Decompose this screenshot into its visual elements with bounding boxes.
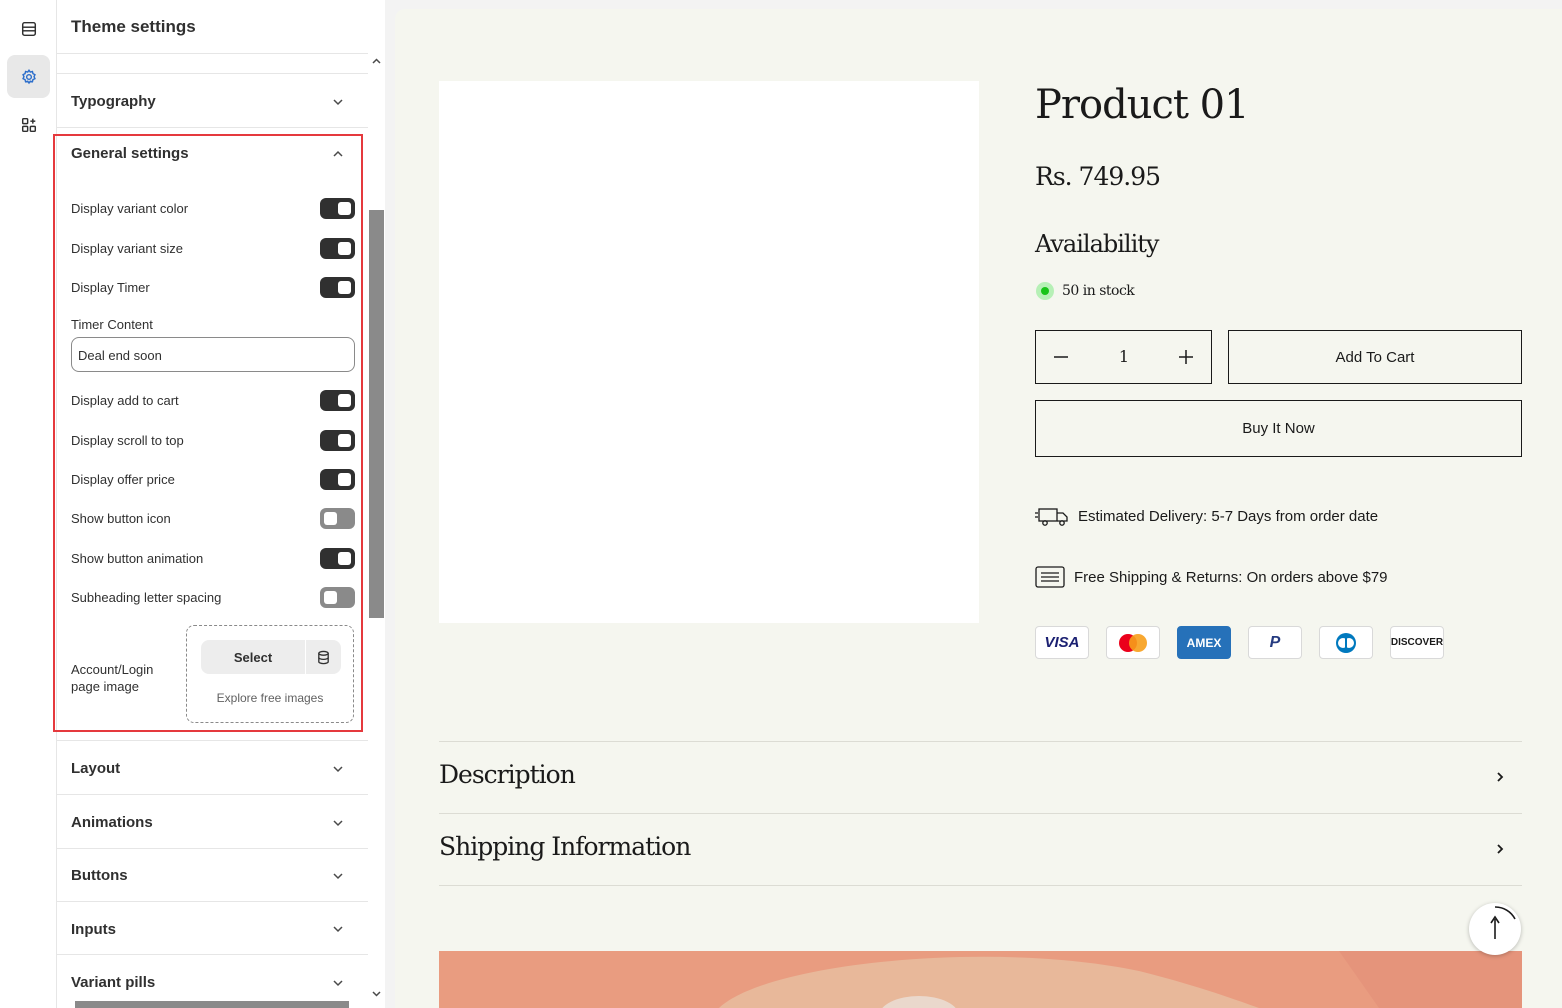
chevron-down-icon xyxy=(333,980,343,987)
section-label-general-settings[interactable]: General settings xyxy=(71,145,189,162)
section-label: Layout xyxy=(71,760,121,777)
toggle-label: Display variant color xyxy=(71,201,189,216)
explore-free-images-link[interactable]: Explore free images xyxy=(186,691,354,705)
toggle-label: Display Timer xyxy=(71,280,150,295)
quantity-value[interactable]: 1 xyxy=(1106,347,1142,366)
receipt-icon xyxy=(1035,566,1065,588)
chevron-down-icon xyxy=(333,820,343,827)
section-label: Inputs xyxy=(71,921,116,938)
section-label: Variant pills xyxy=(71,974,156,991)
mastercard-icon xyxy=(1106,626,1160,659)
section-inputs[interactable]: Inputs xyxy=(57,901,368,955)
truck-icon xyxy=(1035,508,1068,526)
chevron-right-icon[interactable] xyxy=(1494,843,1506,855)
product-price: Rs. 749.95 xyxy=(1035,162,1161,191)
timer-content-label: Timer Content xyxy=(71,317,153,332)
availability-heading: Availability xyxy=(1035,230,1159,258)
toggle-label: Display scroll to top xyxy=(71,433,184,448)
product-title: Product 01 xyxy=(1035,82,1250,128)
scroll-up-icon[interactable] xyxy=(371,56,382,67)
toggle-subheading-letter-spacing[interactable] xyxy=(320,587,355,608)
toggle-show-button-animation[interactable] xyxy=(320,548,355,569)
paypal-icon: P xyxy=(1248,626,1302,659)
chevron-down-icon xyxy=(333,926,343,933)
section-animations[interactable]: Animations xyxy=(57,794,368,848)
toggle-label: Display variant size xyxy=(71,241,183,256)
scroll-down-icon[interactable] xyxy=(371,988,382,999)
minus-icon[interactable] xyxy=(1047,343,1075,371)
scroll-to-top-button[interactable] xyxy=(1469,903,1521,955)
delivery-text: Estimated Delivery: 5-7 Days from order … xyxy=(1078,507,1379,525)
section-label: Animations xyxy=(71,814,153,831)
timer-content-input[interactable]: Deal end soon xyxy=(71,337,355,372)
description-accordion[interactable]: Description xyxy=(439,760,576,789)
chevron-down-icon xyxy=(333,873,343,880)
discover-icon: DISCOVER xyxy=(1390,626,1444,659)
account-image-label: page image xyxy=(71,679,139,694)
stock-text: 50 in stock xyxy=(1062,283,1135,299)
toggle-show-button-icon[interactable] xyxy=(320,508,355,529)
section-buttons[interactable]: Buttons xyxy=(57,848,368,902)
toggle-display-variant-size[interactable] xyxy=(320,238,355,259)
chevron-down-icon xyxy=(333,766,343,773)
buy-it-now-button[interactable]: Buy It Now xyxy=(1035,400,1522,457)
divider xyxy=(57,53,368,54)
delivery-info: Estimated Delivery: 5-7 Days from order … xyxy=(1035,505,1378,527)
panel-title: Theme settings xyxy=(71,17,196,36)
chevron-right-icon[interactable] xyxy=(1494,771,1506,783)
horizontal-scrollbar[interactable] xyxy=(75,1001,349,1008)
database-icon[interactable] xyxy=(306,640,341,674)
preview-top-gutter xyxy=(385,0,1562,9)
divider xyxy=(439,741,1522,742)
shipping-info: Free Shipping & Returns: On orders above… xyxy=(1035,565,1388,589)
sections-icon[interactable] xyxy=(7,7,50,50)
toggle-label: Display add to cart xyxy=(71,393,179,408)
plus-icon[interactable] xyxy=(1172,343,1200,371)
toggle-label: Show button animation xyxy=(71,551,204,566)
quantity-stepper: 1 xyxy=(1035,330,1212,384)
product-image[interactable] xyxy=(439,81,979,623)
toggle-label: Show button icon xyxy=(71,511,171,526)
arrow-up-icon xyxy=(1490,906,1516,939)
toggle-label: Display offer price xyxy=(71,472,175,487)
shipping-text: Free Shipping & Returns: On orders above… xyxy=(1074,568,1388,586)
toggle-display-offer-price[interactable] xyxy=(320,469,355,490)
divider xyxy=(439,885,1522,886)
toggle-display-timer[interactable] xyxy=(320,277,355,298)
icon-rail xyxy=(0,0,57,1008)
visa-icon: VISA xyxy=(1035,626,1089,659)
divider xyxy=(439,813,1522,814)
section-layout[interactable]: Layout xyxy=(57,740,368,794)
amex-icon: AMEX xyxy=(1177,626,1231,659)
scrollbar-thumb[interactable] xyxy=(369,210,384,618)
section-variant-pills[interactable]: Variant pills xyxy=(57,954,368,1008)
chevron-down-icon xyxy=(333,99,343,106)
add-to-cart-button[interactable]: Add To Cart xyxy=(1228,330,1522,384)
select-image-button[interactable]: Select xyxy=(201,640,305,674)
stock-status-icon xyxy=(1036,282,1054,300)
toggle-label: Subheading letter spacing xyxy=(71,590,222,605)
section-label: Typography xyxy=(71,93,156,110)
shipping-information-accordion[interactable]: Shipping Information xyxy=(439,832,691,861)
theme-settings-icon[interactable] xyxy=(7,55,50,98)
toggle-display-scroll-to-top[interactable] xyxy=(320,430,355,451)
toggle-display-variant-color[interactable] xyxy=(320,198,355,219)
section-typography[interactable]: Typography xyxy=(57,73,368,127)
divider xyxy=(57,127,368,128)
account-image-label: Account/Login xyxy=(71,662,154,677)
banner-image xyxy=(439,951,1522,1008)
apps-icon[interactable] xyxy=(7,103,50,146)
diners-icon xyxy=(1319,626,1373,659)
chevron-up-icon[interactable] xyxy=(331,147,345,161)
section-label: Buttons xyxy=(71,867,128,884)
toggle-display-add-to-cart[interactable] xyxy=(320,390,355,411)
